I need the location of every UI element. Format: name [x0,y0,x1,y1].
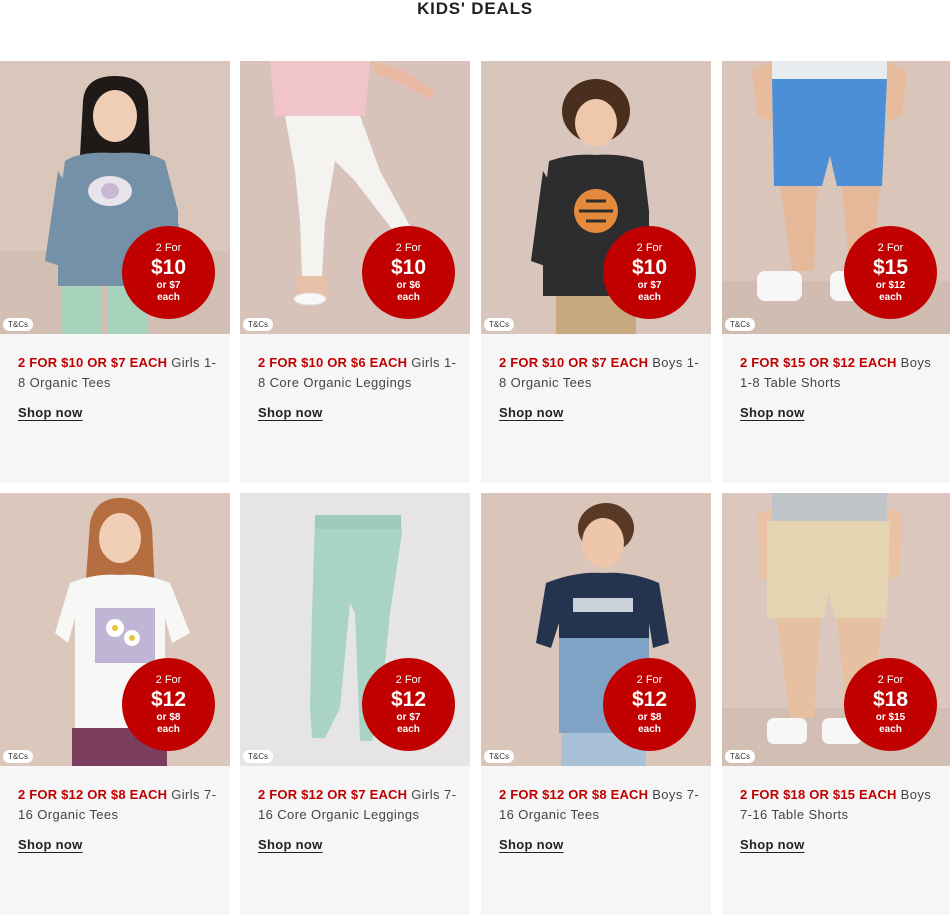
product-image[interactable]: 2 For $18 or $15 each T&Cs [722,493,950,766]
product-description: 2 FOR $10 OR $7 EACH Boys 1-8 Organic Te… [499,353,704,393]
roundel-label: 2 For [636,674,663,686]
product-description: 2 FOR $12 OR $7 EACH Girls 7-16 Core Org… [258,785,463,825]
roundel-single-price: or $12 [875,280,906,291]
roundel-single-price: or $7 [156,280,181,291]
roundel-label: 2 For [877,674,904,686]
shop-now-link[interactable]: Shop now [258,405,323,420]
product-card[interactable]: 2 For $10 or $7 each T&Cs 2 FOR $10 OR $… [481,61,711,483]
deal-text: 2 FOR $10 OR $7 EACH [499,355,649,370]
deal-roundel: 2 For $12 or $8 each [122,658,215,751]
terms-link[interactable]: T&Cs [3,318,33,331]
deal-roundel: 2 For $15 or $12 each [844,226,937,319]
deal-roundel: 2 For $10 or $7 each [603,226,696,319]
deal-roundel: 2 For $10 or $7 each [122,226,215,319]
roundel-single-price: or $7 [637,280,662,291]
product-image[interactable]: 2 For $12 or $8 each T&Cs [481,493,711,766]
terms-link[interactable]: T&Cs [243,318,273,331]
product-image[interactable]: 2 For $10 or $7 each T&Cs [481,61,711,334]
product-description: 2 FOR $12 OR $8 EACH Boys 7-16 Organic T… [499,785,704,825]
product-image[interactable]: 2 For $12 or $7 each T&Cs [240,493,470,766]
product-image[interactable]: 2 For $10 or $7 each T&Cs [0,61,230,334]
product-description: 2 FOR $18 OR $15 EACH Boys 7-16 Table Sh… [740,785,945,825]
roundel-label: 2 For [395,242,422,254]
product-card[interactable]: 2 For $15 or $12 each T&Cs 2 FOR $15 OR … [722,61,950,483]
product-description: 2 FOR $12 OR $8 EACH Girls 7-16 Organic … [18,785,223,825]
roundel-each: each [638,724,661,735]
roundel-each: each [397,724,420,735]
deal-roundel: 2 For $12 or $7 each [362,658,455,751]
roundel-label: 2 For [395,674,422,686]
roundel-price: $12 [390,688,427,711]
roundel-single-price: or $7 [396,712,421,723]
roundel-label: 2 For [155,674,182,686]
roundel-single-price: or $15 [875,712,906,723]
product-card[interactable]: 2 For $18 or $15 each T&Cs 2 FOR $18 OR … [722,493,950,915]
shop-now-link[interactable]: Shop now [499,837,564,852]
roundel-label: 2 For [636,242,663,254]
deal-text: 2 FOR $10 OR $7 EACH [18,355,168,370]
terms-link[interactable]: T&Cs [725,318,755,331]
deal-text: 2 FOR $12 OR $8 EACH [18,787,168,802]
roundel-price: $10 [150,256,187,279]
product-image[interactable]: 2 For $15 or $12 each T&Cs [722,61,950,334]
product-card[interactable]: 2 For $10 or $7 each T&Cs 2 FOR $10 OR $… [0,61,230,483]
deal-roundel: 2 For $12 or $8 each [603,658,696,751]
deal-text: 2 FOR $12 OR $8 EACH [499,787,649,802]
terms-link[interactable]: T&Cs [3,750,33,763]
terms-link[interactable]: T&Cs [484,318,514,331]
roundel-each: each [397,292,420,303]
roundel-single-price: or $6 [396,280,421,291]
product-card[interactable]: 2 For $12 or $8 each T&Cs 2 FOR $12 OR $… [0,493,230,915]
terms-link[interactable]: T&Cs [243,750,273,763]
shop-now-link[interactable]: Shop now [740,405,805,420]
roundel-label: 2 For [877,242,904,254]
product-card[interactable]: 2 For $10 or $6 each T&Cs 2 FOR $10 OR $… [240,61,470,483]
roundel-price: $15 [872,256,909,279]
roundel-single-price: or $8 [156,712,181,723]
product-card[interactable]: 2 For $12 or $8 each T&Cs 2 FOR $12 OR $… [481,493,711,915]
roundel-price: $10 [390,256,427,279]
roundel-each: each [879,292,902,303]
deal-text: 2 FOR $15 OR $12 EACH [740,355,897,370]
product-description: 2 FOR $10 OR $6 EACH Girls 1-8 Core Orga… [258,353,463,393]
terms-link[interactable]: T&Cs [484,750,514,763]
roundel-price: $12 [631,688,668,711]
product-description: 2 FOR $10 OR $7 EACH Girls 1-8 Organic T… [18,353,223,393]
shop-now-link[interactable]: Shop now [18,405,83,420]
roundel-price: $12 [150,688,187,711]
deal-roundel: 2 For $10 or $6 each [362,226,455,319]
deal-text: 2 FOR $12 OR $7 EACH [258,787,408,802]
deal-text: 2 FOR $18 OR $15 EACH [740,787,897,802]
deal-roundel: 2 For $18 or $15 each [844,658,937,751]
product-image[interactable]: 2 For $10 or $6 each T&Cs [240,61,470,334]
deal-text: 2 FOR $10 OR $6 EACH [258,355,408,370]
roundel-each: each [638,292,661,303]
roundel-each: each [879,724,902,735]
shop-now-link[interactable]: Shop now [740,837,805,852]
shop-now-link[interactable]: Shop now [499,405,564,420]
shop-now-link[interactable]: Shop now [258,837,323,852]
roundel-single-price: or $8 [637,712,662,723]
roundel-price: $10 [631,256,668,279]
product-card[interactable]: 2 For $12 or $7 each T&Cs 2 FOR $12 OR $… [240,493,470,915]
product-image[interactable]: 2 For $12 or $8 each T&Cs [0,493,230,766]
shop-now-link[interactable]: Shop now [18,837,83,852]
roundel-label: 2 For [155,242,182,254]
page-title: KIDS' DEALS [417,0,533,18]
roundel-each: each [157,724,180,735]
roundel-each: each [157,292,180,303]
roundel-price: $18 [872,688,909,711]
product-description: 2 FOR $15 OR $12 EACH Boys 1-8 Table Sho… [740,353,945,393]
terms-link[interactable]: T&Cs [725,750,755,763]
